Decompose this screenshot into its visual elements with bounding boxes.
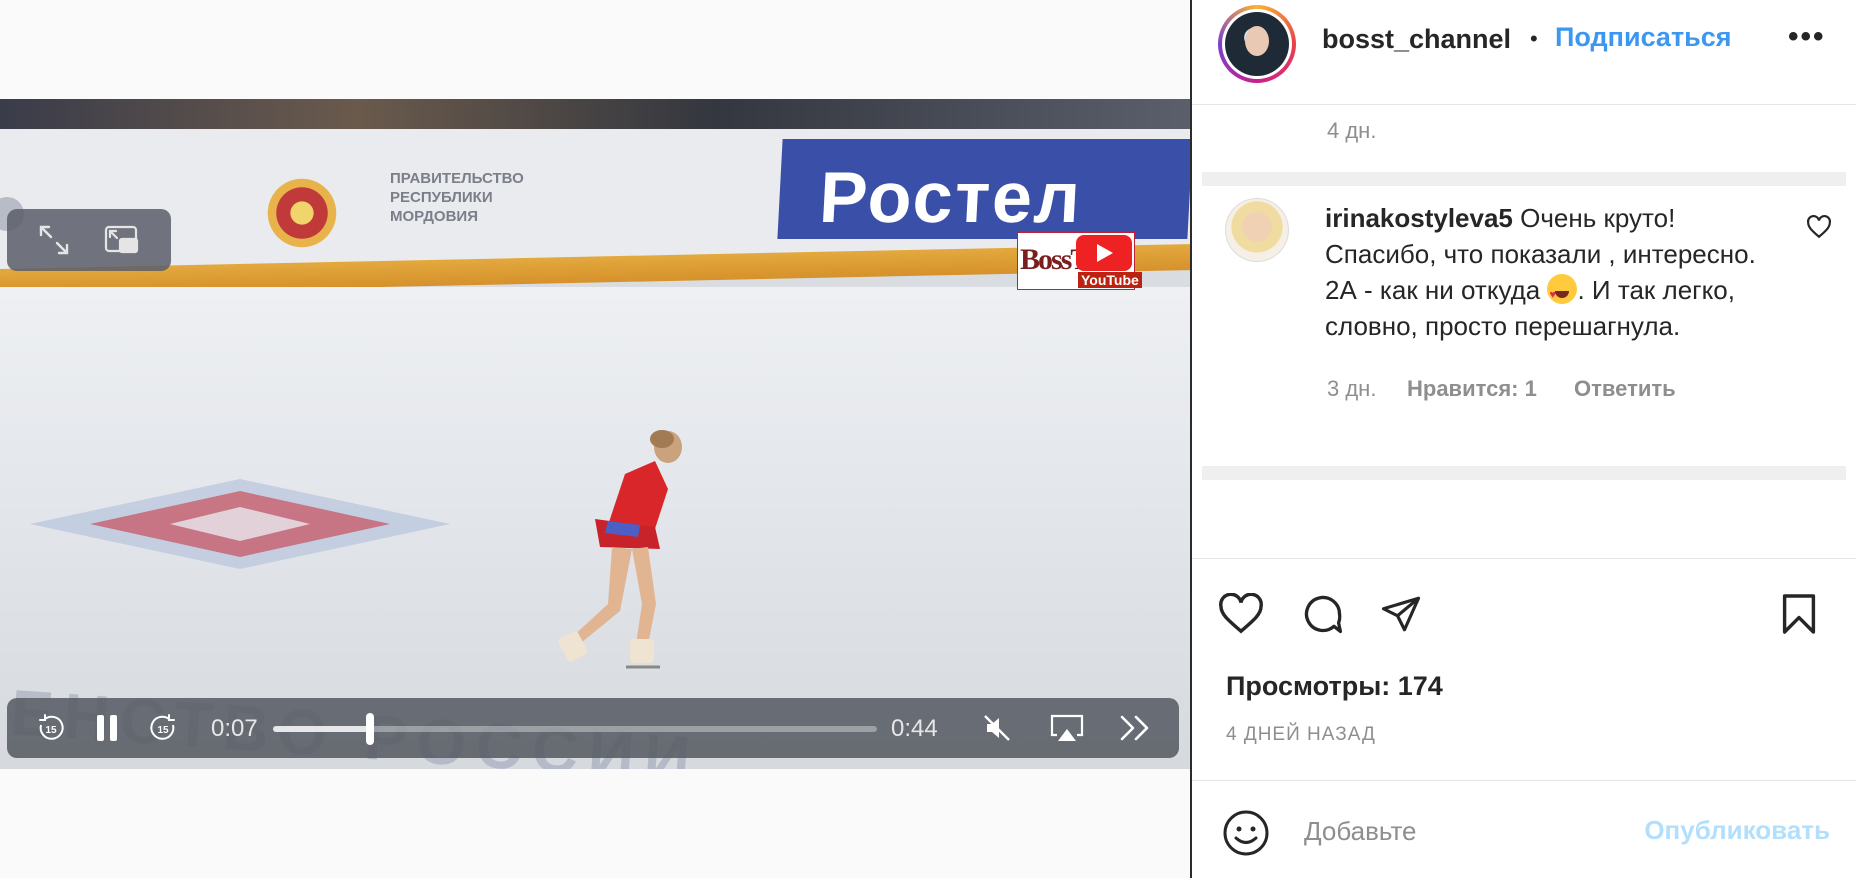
skip-back-15-icon[interactable]: 15 <box>31 708 71 748</box>
comment-username[interactable]: irinakostyleva5 <box>1325 203 1513 233</box>
follow-button[interactable]: Подписаться <box>1555 22 1732 53</box>
post-side-panel: bosst_channel • Подписаться ••• 4 дн. ir… <box>1192 0 1856 878</box>
expand-icon[interactable] <box>35 221 73 259</box>
progress-knob[interactable] <box>365 713 374 745</box>
board-gov-text: ПРАВИТЕЛЬСТВО РЕСПУБЛИКИ МОРДОВИЯ <box>390 170 524 225</box>
video-progress-bar[interactable] <box>273 713 877 745</box>
youtube-logo-icon <box>1076 235 1132 271</box>
skip-forward-15-icon[interactable]: 15 <box>143 708 183 748</box>
heart-icon[interactable] <box>1216 589 1266 639</box>
reply-button[interactable]: Ответить <box>1574 376 1676 402</box>
figure-skater <box>558 430 682 669</box>
video-control-bar: 15 15 0:07 0:44 <box>7 698 1179 758</box>
header-separator: • <box>1530 26 1538 51</box>
comments-list: 4 дн. irinakostyleva5 Очень круто! Спаси… <box>1192 106 1856 558</box>
ice-snowflake-logo <box>30 479 450 569</box>
pause-icon[interactable] <box>87 708 127 748</box>
comment-likes[interactable]: Нравится: 1 <box>1407 376 1537 402</box>
post-header: bosst_channel • Подписаться ••• <box>1192 0 1856 105</box>
comment-time: 3 дн. <box>1327 376 1377 401</box>
more-horizontal-icon[interactable]: ••• <box>1788 20 1826 54</box>
bookmark-icon[interactable] <box>1774 589 1824 639</box>
post-actions: Просмотры: 174 4 ДНЕЙ НАЗАД <box>1192 558 1856 780</box>
speaker-muted-icon[interactable] <box>977 708 1017 748</box>
duration: 0:44 <box>891 715 938 742</box>
publish-button[interactable]: Опубликовать <box>1630 815 1830 846</box>
posted-time: 4 ДНЕЙ НАЗАД <box>1226 724 1376 745</box>
comment-separator <box>1202 466 1846 480</box>
current-time: 0:07 <box>211 715 258 742</box>
svg-text:15: 15 <box>157 725 169 736</box>
emoji-picker-icon[interactable] <box>1222 809 1270 857</box>
picture-in-picture-icon[interactable] <box>103 221 141 259</box>
board-ad-text: Ростел <box>817 158 1084 238</box>
media-pane: ПРАВИТЕЛЬСТВО РЕСПУБЛИКИ МОРДОВИЯ Ростел… <box>0 0 1190 878</box>
share-paper-plane-icon[interactable] <box>1376 589 1426 639</box>
views-count: Просмотры: 174 <box>1226 671 1443 701</box>
board-ad: Ростел <box>777 139 1190 239</box>
like-comment-heart-icon[interactable] <box>1806 214 1832 240</box>
progress-fill <box>273 726 370 732</box>
comment-separator <box>1202 172 1846 186</box>
comment-input[interactable] <box>1304 811 1634 851</box>
watermark-platform: YouTube <box>1078 272 1142 288</box>
avatar-ring-inner <box>1222 9 1292 79</box>
instagram-post-viewer: ПРАВИТЕЛЬСТВО РЕСПУБЛИКИ МОРДОВИЯ Ростел… <box>0 0 1856 878</box>
mordovia-emblem <box>262 173 342 253</box>
video-player[interactable]: ПРАВИТЕЛЬСТВО РЕСПУБЛИКИ МОРДОВИЯ Ростел… <box>0 99 1190 769</box>
avatar-image <box>1225 12 1289 76</box>
comment-bubble-icon[interactable] <box>1298 589 1348 639</box>
comment-text: irinakostyleva5 Очень круто! Спасибо, чт… <box>1325 200 1775 344</box>
svg-text:15: 15 <box>45 725 57 736</box>
fast-forward-icon[interactable] <box>1115 708 1155 748</box>
video-top-controls <box>7 209 171 271</box>
heart-eyes-emoji-icon <box>1547 274 1578 313</box>
comment-composer: Опубликовать <box>1192 780 1856 878</box>
previous-comment-time: 4 дн. <box>1327 118 1377 143</box>
channel-watermark: BossT YouTube <box>1017 232 1142 290</box>
avatar[interactable] <box>1225 198 1289 262</box>
airplay-icon[interactable] <box>1047 708 1087 748</box>
channel-avatar[interactable] <box>1218 5 1296 83</box>
channel-username[interactable]: bosst_channel <box>1322 24 1511 55</box>
